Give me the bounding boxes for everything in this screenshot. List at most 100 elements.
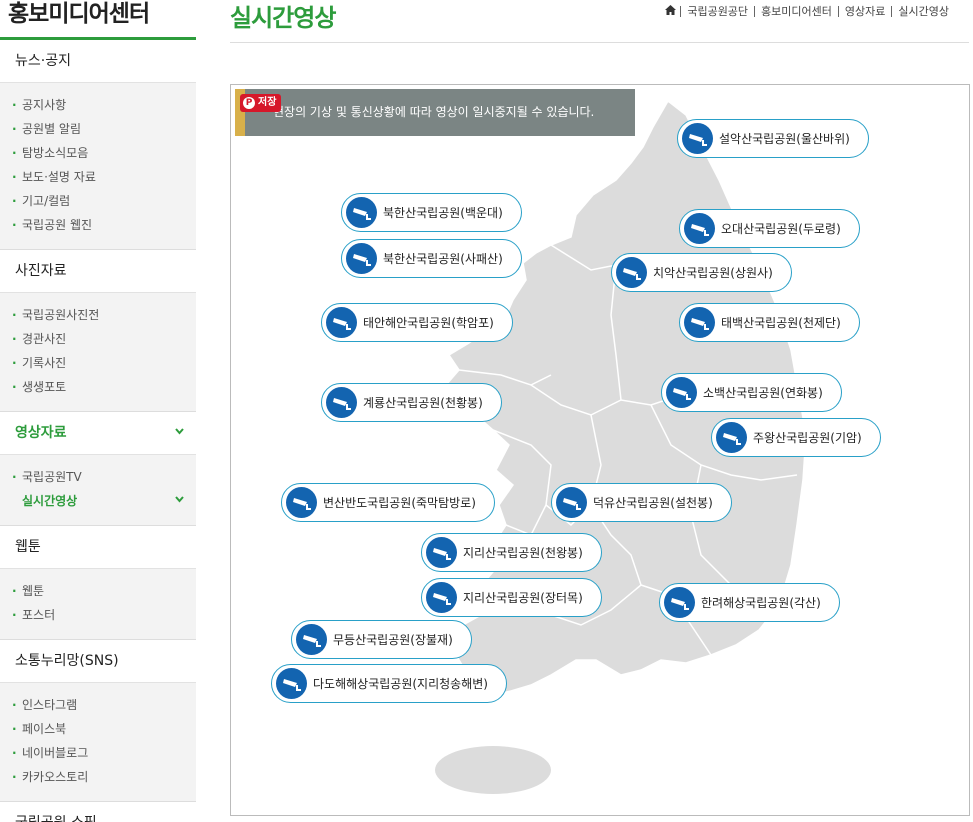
cctv-camera-icon	[716, 422, 747, 453]
sidebar-item-live-photo[interactable]: 생생포토	[0, 375, 196, 399]
camera-label: 태안해안국립공원(학암포)	[363, 316, 494, 330]
sidebar-section-shopping: 국립공원 쇼핑	[0, 802, 196, 822]
sidebar-item-park-alerts[interactable]: 공원별 알림	[0, 117, 196, 141]
cctv-camera-icon	[684, 213, 715, 244]
sidebar-submenu-sns: 인스타그램 페이스북 네이버블로그 카카오스토리	[0, 682, 196, 801]
sidebar-item-label: 경관사진	[22, 332, 67, 346]
sidebar-item-naver-blog[interactable]: 네이버블로그	[0, 741, 196, 765]
camera-mudeung[interactable]: 무등산국립공원(장불재)	[291, 620, 472, 659]
sidebar-item-records[interactable]: 기록사진	[0, 351, 196, 375]
camera-seorak[interactable]: 설악산국립공원(울산바위)	[677, 119, 869, 158]
sidebar-submenu-video: 국립공원TV 실시간영상	[0, 454, 196, 525]
camera-label: 지리산국립공원(장터목)	[463, 591, 583, 605]
camera-juwang[interactable]: 주왕산국립공원(기암)	[711, 418, 881, 457]
cctv-camera-icon	[346, 197, 377, 228]
chevron-down-icon	[165, 489, 184, 513]
camera-label: 치악산국립공원(상원사)	[653, 266, 773, 280]
camera-deogyu[interactable]: 덕유산국립공원(설천봉)	[551, 483, 732, 522]
sidebar-title: 홍보미디어센터	[0, 0, 196, 40]
sidebar-section-video-header[interactable]: 영상자료	[0, 412, 196, 454]
camera-taebaek[interactable]: 태백산국립공원(천제단)	[679, 303, 860, 342]
camera-dadohae[interactable]: 다도해해상국립공원(지리청송해변)	[271, 664, 507, 703]
camera-label: 오대산국립공원(두로령)	[721, 222, 841, 236]
camera-gyeryong[interactable]: 계룡산국립공원(천황봉)	[321, 383, 502, 422]
sidebar-item-label: 생생포토	[22, 380, 67, 394]
sidebar-item-poster[interactable]: 포스터	[0, 603, 196, 627]
camera-jiri-cheonwang[interactable]: 지리산국립공원(천왕봉)	[421, 533, 602, 572]
sidebar-item-notices[interactable]: 공지사항	[0, 93, 196, 117]
sidebar-section-news-header[interactable]: 뉴스·공지	[0, 40, 196, 82]
sidebar-section-sns-header[interactable]: 소통누리망(SNS)	[0, 640, 196, 682]
sidebar: 홍보미디어센터 뉴스·공지 공지사항 공원별 알림 탐방소식모음 보도·설명 자…	[0, 0, 196, 822]
save-label: 저장	[258, 97, 277, 108]
sidebar-item-label: 웹툰	[22, 584, 45, 598]
cctv-camera-icon	[426, 582, 457, 613]
sidebar-item-label: 페이스북	[22, 722, 67, 736]
sidebar-item-park-tv[interactable]: 국립공원TV	[0, 465, 196, 489]
header-divider	[230, 42, 969, 43]
camera-hallyeo[interactable]: 한려해상국립공원(각산)	[659, 583, 840, 622]
camera-label: 북한산국립공원(사패산)	[383, 252, 503, 266]
sidebar-item-columns[interactable]: 기고/컬럼	[0, 189, 196, 213]
breadcrumb-item[interactable]: 영상자료	[837, 6, 891, 17]
camera-byeonsan[interactable]: 변산반도국립공원(죽막탐방로)	[281, 483, 495, 522]
cctv-camera-icon	[286, 487, 317, 518]
sidebar-item-label: 공지사항	[22, 98, 67, 112]
sidebar-item-label: 보도·설명 자료	[22, 170, 96, 184]
breadcrumb: 국립공원공단 홍보미디어센터 영상자료 실시간영상	[665, 5, 955, 18]
sidebar-item-label: 국립공원TV	[22, 470, 82, 484]
sidebar-item-webtoon[interactable]: 웹툰	[0, 579, 196, 603]
sidebar-submenu-webtoon: 웹툰 포스터	[0, 568, 196, 639]
sidebar-item-facebook[interactable]: 페이스북	[0, 717, 196, 741]
cctv-camera-icon	[682, 123, 713, 154]
camera-label: 계룡산국립공원(천황봉)	[363, 396, 483, 410]
sidebar-item-label: 탐방소식모음	[22, 146, 89, 160]
camera-label: 다도해해상국립공원(지리청송해변)	[313, 677, 488, 691]
sidebar-section-webtoon-header[interactable]: 웹툰	[0, 526, 196, 568]
cctv-camera-icon	[276, 668, 307, 699]
camera-taean[interactable]: 태안해안국립공원(학암포)	[321, 303, 513, 342]
notice-banner: 현장의 기상 및 통신상황에 따라 영상이 일시중지될 수 있습니다.	[235, 89, 635, 136]
camera-bukhan-baegundae[interactable]: 북한산국립공원(백운대)	[341, 193, 522, 232]
cctv-camera-icon	[616, 257, 647, 288]
camera-label: 태백산국립공원(천제단)	[721, 316, 841, 330]
sidebar-section-sns: 소통누리망(SNS) 인스타그램 페이스북 네이버블로그 카카오스토리	[0, 640, 196, 802]
camera-odae[interactable]: 오대산국립공원(두로령)	[679, 209, 860, 248]
camera-chiak[interactable]: 치악산국립공원(상원사)	[611, 253, 792, 292]
sidebar-item-visit-news[interactable]: 탐방소식모음	[0, 141, 196, 165]
camera-label: 변산반도국립공원(죽막탐방로)	[323, 496, 476, 510]
breadcrumb-item[interactable]: 국립공원공단	[680, 6, 754, 17]
sidebar-item-instagram[interactable]: 인스타그램	[0, 693, 196, 717]
sidebar-section-video: 영상자료 국립공원TV 실시간영상	[0, 412, 196, 526]
sidebar-section-photos-header[interactable]: 사진자료	[0, 250, 196, 292]
breadcrumb-item[interactable]: 실시간영상	[891, 6, 955, 17]
cctv-camera-icon	[556, 487, 587, 518]
sidebar-item-press[interactable]: 보도·설명 자료	[0, 165, 196, 189]
sidebar-item-label: 실시간영상	[22, 494, 78, 508]
sidebar-section-shopping-header[interactable]: 국립공원 쇼핑	[0, 802, 196, 822]
camera-label: 덕유산국립공원(설천봉)	[593, 496, 713, 510]
sidebar-item-label: 인스타그램	[22, 698, 78, 712]
camera-label: 무등산국립공원(장불재)	[333, 633, 453, 647]
camera-label: 주왕산국립공원(기암)	[753, 431, 862, 445]
breadcrumb-item[interactable]: 홍보미디어센터	[754, 6, 838, 17]
home-icon[interactable]	[665, 5, 677, 18]
camera-label: 지리산국립공원(천왕봉)	[463, 546, 583, 560]
sidebar-item-live-video[interactable]: 실시간영상	[0, 489, 196, 513]
camera-sobaek[interactable]: 소백산국립공원(연화봉)	[661, 373, 842, 412]
sidebar-item-webzine[interactable]: 국립공원 웹진	[0, 213, 196, 237]
save-button[interactable]: P 저장	[240, 94, 282, 112]
sidebar-item-photo-exhibition[interactable]: 국립공원사진전	[0, 303, 196, 327]
camera-jiri-jangteomok[interactable]: 지리산국립공원(장터목)	[421, 578, 602, 617]
sidebar-item-scenery[interactable]: 경관사진	[0, 327, 196, 351]
sidebar-section-photos: 사진자료 국립공원사진전 경관사진 기록사진 생생포토	[0, 250, 196, 412]
sidebar-item-label: 네이버블로그	[22, 746, 89, 760]
sidebar-item-kakaostory[interactable]: 카카오스토리	[0, 765, 196, 789]
cctv-camera-icon	[326, 307, 357, 338]
sidebar-item-label: 기록사진	[22, 356, 67, 370]
camera-label: 소백산국립공원(연화봉)	[703, 386, 823, 400]
sidebar-item-label: 기고/컬럼	[22, 194, 71, 208]
live-video-map: 현장의 기상 및 통신상황에 따라 영상이 일시중지될 수 있습니다. P 저장…	[230, 84, 970, 816]
cctv-camera-icon	[684, 307, 715, 338]
camera-bukhan-sapae[interactable]: 북한산국립공원(사패산)	[341, 239, 522, 278]
